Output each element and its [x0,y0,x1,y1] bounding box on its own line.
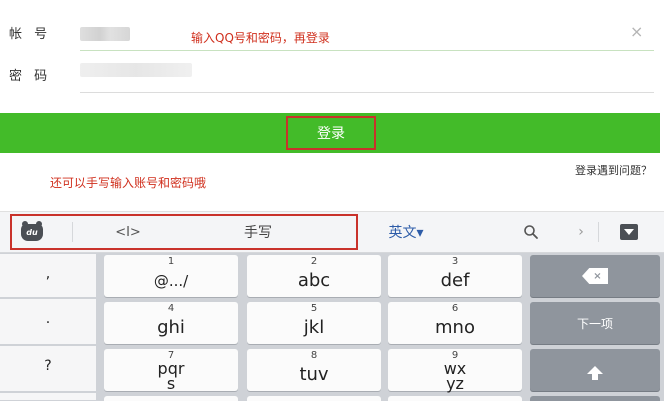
bear-icon: du [21,220,43,241]
key-row4-right[interactable] [388,396,522,401]
password-value-masked[interactable] [80,63,192,77]
key-row4-left[interactable] [104,396,238,401]
password-label: 密 码 [9,69,52,84]
key-row4-func[interactable] [530,396,660,401]
key-question[interactable]: ? [0,346,96,392]
clear-icon[interactable]: × [630,24,643,40]
collapse-keyboard-icon[interactable] [618,222,640,242]
cursor-move-icon[interactable]: <I> [110,222,146,242]
key-period[interactable]: . [0,299,96,345]
toolbar-highlight-box [10,214,358,250]
key-4[interactable]: 4 ghi [104,302,238,344]
language-switch[interactable]: 英文▾ [378,222,434,242]
backspace-icon: × [582,268,608,284]
shift-key[interactable] [530,349,660,391]
du-logo-icon[interactable]: du [18,220,46,242]
key-row4-mid[interactable] [247,396,381,401]
login-button[interactable]: 登录 [286,116,376,150]
toolbar-separator [598,222,599,242]
magnifier-icon [524,225,538,239]
key-partial[interactable] [0,393,96,401]
key-2[interactable]: 2 abc [247,255,381,297]
login-help-link[interactable]: 登录遇到问题？ [575,162,652,178]
key-9[interactable]: 9 wxyz [388,349,522,392]
key-comma[interactable]: , [0,254,96,298]
account-value-masked[interactable] [80,27,130,41]
key-6[interactable]: 6 mno [388,302,522,344]
key-5[interactable]: 5 jkl [247,302,381,344]
key-3[interactable]: 3 def [388,255,522,297]
annotation-enter-credentials: 输入QQ号和密码，再登录 [191,31,330,45]
handwrite-button[interactable]: 手写 [236,222,280,242]
account-label: 帐 号 [9,27,52,42]
toolbar-arrow-icon[interactable]: › [574,222,588,242]
key-1[interactable]: 1 @.../ [104,255,238,297]
toolbar-separator [72,222,73,242]
key-8[interactable]: 8 tuv [247,349,381,391]
backspace-key[interactable]: × [530,255,660,297]
account-field-underline [80,50,654,51]
key-7[interactable]: 7 pqrs [104,349,238,392]
next-item-key[interactable]: 下一项 [530,302,660,344]
annotation-handwrite-hint: 还可以手写输入账号和密码哦 [50,176,207,190]
password-field-underline [80,92,654,93]
arrow-up-icon [587,366,603,380]
chevron-down-icon [620,224,638,240]
search-icon[interactable] [520,222,542,242]
